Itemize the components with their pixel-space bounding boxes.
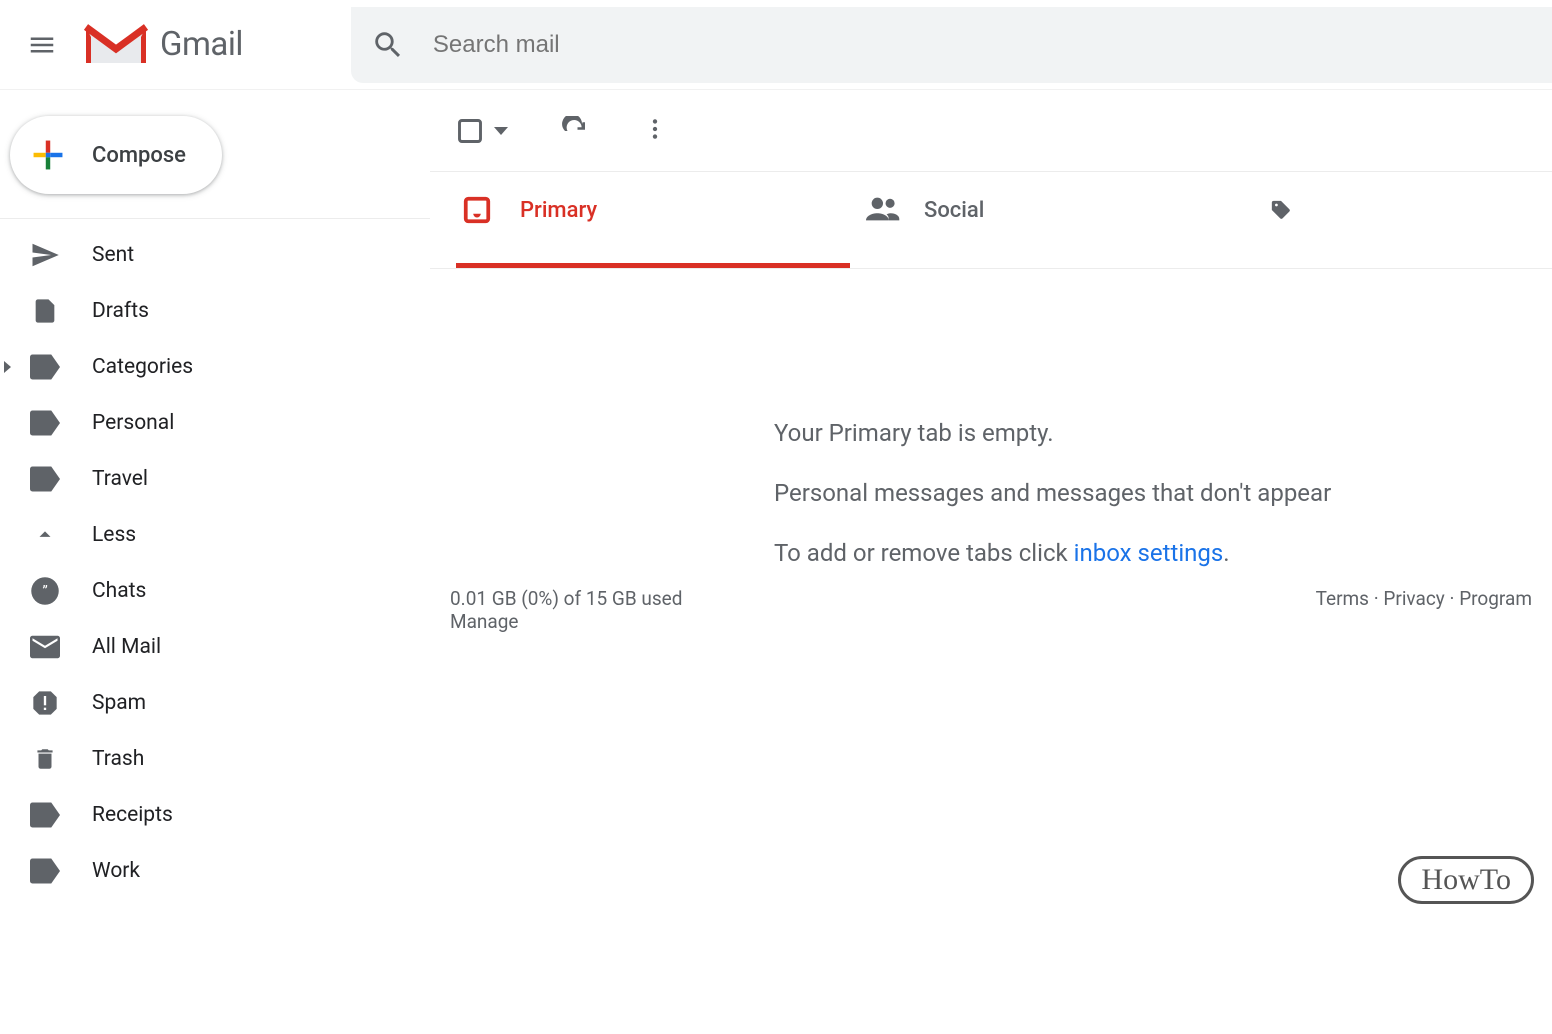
empty-title: Your Primary tab is empty. <box>774 403 1552 463</box>
sidebar-item-less[interactable]: Less <box>0 507 430 563</box>
tab-label: Primary <box>520 198 597 223</box>
refresh-icon <box>560 116 590 146</box>
plus-icon <box>28 135 68 175</box>
tab-social[interactable]: Social <box>850 172 1254 268</box>
compose-button[interactable]: Compose <box>10 116 222 194</box>
file-icon <box>30 296 60 326</box>
privacy-link[interactable]: Privacy <box>1383 587 1444 610</box>
sidebar-item-work[interactable]: Work <box>0 843 430 899</box>
manage-storage-link[interactable]: Manage <box>450 610 682 633</box>
expand-icon <box>4 361 11 373</box>
mail-icon <box>30 632 60 662</box>
label-icon <box>30 800 60 830</box>
people-icon <box>866 195 896 225</box>
search-input[interactable] <box>433 31 1552 59</box>
inbox-icon <box>462 195 492 225</box>
empty-line2: Personal messages and messages that don'… <box>774 463 1552 523</box>
sidebar-item-receipts[interactable]: Receipts <box>0 787 430 843</box>
checkbox-icon <box>456 117 484 145</box>
sidebar-item-spam[interactable]: Spam <box>0 675 430 731</box>
sidebar-item-label: Travel <box>92 467 148 491</box>
tab-primary[interactable]: Primary <box>446 172 850 268</box>
more-button[interactable] <box>642 116 672 146</box>
select-all-checkbox[interactable] <box>456 117 508 145</box>
sidebar-item-label: Chats <box>92 579 146 603</box>
more-vert-icon <box>642 116 668 142</box>
svg-text:”: ” <box>42 582 47 600</box>
sidebar-item-label: Spam <box>92 691 146 715</box>
sidebar-item-label: All Mail <box>92 635 161 659</box>
sidebar-item-label: Categories <box>92 355 193 379</box>
sidebar-item-allmail[interactable]: All Mail <box>0 619 430 675</box>
tab-label: Social <box>924 198 984 223</box>
refresh-button[interactable] <box>560 116 590 146</box>
inbox-settings-link[interactable]: inbox settings <box>1074 539 1224 567</box>
sidebar-item-label: Receipts <box>92 803 173 827</box>
sidebar-item-categories[interactable]: Categories <box>0 339 430 395</box>
sidebar-item-chats[interactable]: ” Chats <box>0 563 430 619</box>
chat-icon: ” <box>30 576 60 606</box>
storage-text: 0.01 GB (0%) of 15 GB used <box>450 587 682 610</box>
label-icon <box>30 464 60 494</box>
tag-icon <box>1270 195 1300 225</box>
sidebar-item-drafts[interactable]: Drafts <box>0 283 430 339</box>
menu-icon <box>27 30 57 60</box>
spam-icon <box>30 688 60 718</box>
send-icon <box>30 240 60 270</box>
collapse-icon <box>30 520 60 550</box>
sidebar-item-travel[interactable]: Travel <box>0 451 430 507</box>
dropdown-icon <box>494 127 508 135</box>
gmail-logo-icon <box>84 21 148 69</box>
sidebar-item-sent[interactable]: Sent <box>0 227 430 283</box>
howto-watermark: HowTo <box>1398 856 1534 904</box>
search-icon <box>371 28 405 62</box>
sidebar-item-label: Personal <box>92 411 174 435</box>
trash-icon <box>30 744 60 774</box>
sidebar-item-trash[interactable]: Trash <box>0 731 430 787</box>
tab-promotions[interactable] <box>1254 172 1300 268</box>
logo-text: Gmail <box>160 25 243 64</box>
compose-label: Compose <box>92 143 186 168</box>
sidebar-item-label: Trash <box>92 747 144 771</box>
label-icon <box>30 408 60 438</box>
sidebar-item-label: Less <box>92 523 136 547</box>
label-icon <box>30 352 60 382</box>
search-bar[interactable] <box>351 7 1552 83</box>
label-icon <box>30 856 60 886</box>
sidebar-item-label: Sent <box>92 243 134 267</box>
terms-link[interactable]: Terms <box>1316 587 1369 610</box>
sidebar-item-personal[interactable]: Personal <box>0 395 430 451</box>
program-link[interactable]: Program <box>1459 587 1532 610</box>
sidebar-item-label: Work <box>92 859 140 883</box>
empty-line3: To add or remove tabs click inbox settin… <box>774 523 1552 583</box>
main-menu-button[interactable] <box>18 21 66 69</box>
sidebar-item-label: Drafts <box>92 299 149 323</box>
